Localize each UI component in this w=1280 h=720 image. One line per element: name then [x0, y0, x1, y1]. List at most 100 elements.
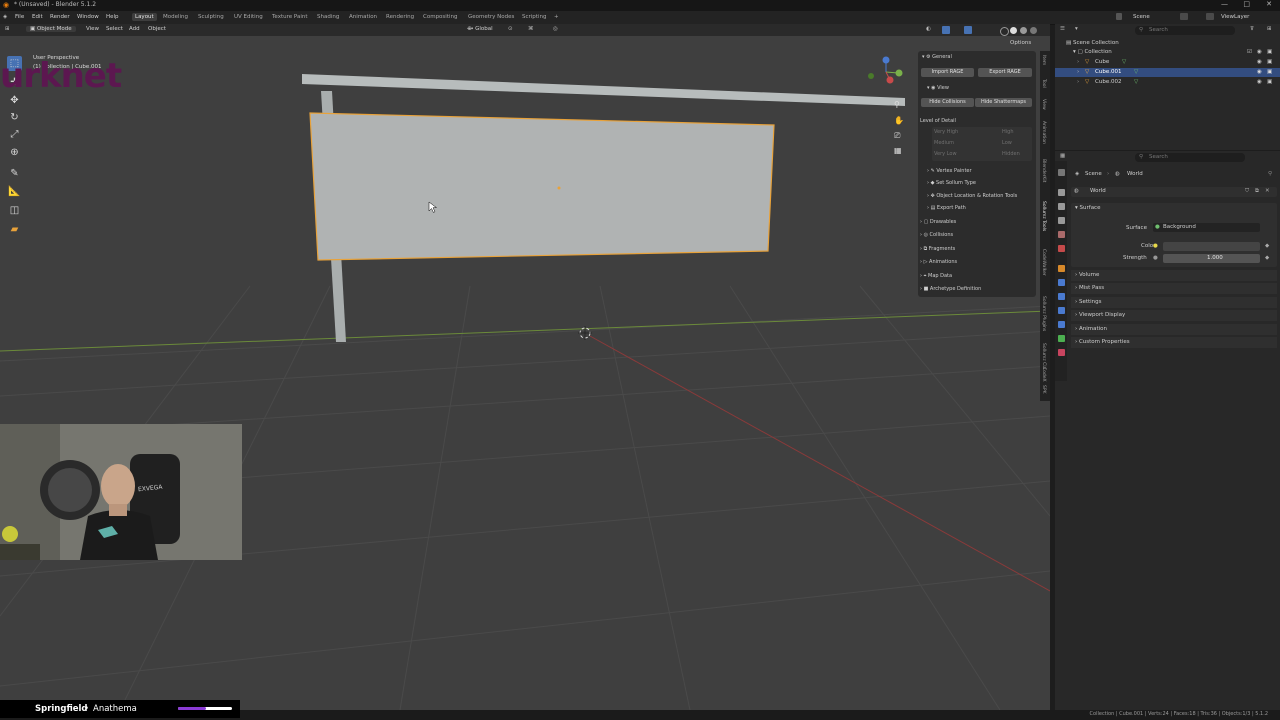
outliner-item-cube-002[interactable]: › ▽ Cube.002 ▽ ◉ ▣	[1055, 78, 1280, 87]
physics-tab-icon[interactable]	[1058, 307, 1065, 314]
transform-tool-icon[interactable]: ⊕	[7, 145, 22, 160]
fake-user-icon[interactable]: ⛉	[1245, 188, 1249, 195]
view-layer-tab-icon[interactable]	[1058, 217, 1065, 224]
mode-dropdown[interactable]: ▣ Object Mode	[26, 26, 76, 32]
unlink-icon[interactable]: ✕	[1265, 188, 1270, 194]
rotate-tool-icon[interactable]: ↻	[7, 110, 22, 125]
export-path-row[interactable]: › ▤ Export Path	[927, 205, 966, 211]
orientation-dropdown[interactable]: ⟴ Global	[467, 26, 493, 32]
pin-icon[interactable]: ⚲	[1268, 171, 1272, 177]
custom-tool-icon[interactable]: ▰	[7, 222, 22, 237]
tab-shading[interactable]: Shading	[314, 13, 342, 21]
tab-animation-side[interactable]: Animation	[1041, 121, 1046, 144]
custom-properties-panel[interactable]: › Custom Properties	[1071, 337, 1277, 348]
scene-selector[interactable]: Scene	[1133, 14, 1150, 20]
collisions-section[interactable]: › ◎ Collisions	[920, 232, 953, 238]
view-subheader[interactable]: ▾ ◉ View	[927, 85, 949, 91]
outliner-type-icon[interactable]: ☰	[1060, 26, 1065, 32]
viewport-display-panel[interactable]: › Viewport Display	[1071, 310, 1277, 321]
render-camera-icon[interactable]: ▣	[1267, 79, 1272, 85]
mist-pass-panel[interactable]: › Mist Pass	[1071, 283, 1277, 294]
tab-item[interactable]: Item	[1041, 55, 1046, 65]
strength-field[interactable]: 1.000	[1163, 254, 1260, 263]
visibility-eye-icon[interactable]: ◉	[1257, 69, 1262, 75]
new-scene-icon[interactable]	[1180, 13, 1188, 20]
lod-very-high[interactable]: Very High	[934, 129, 958, 135]
tab-compositing[interactable]: Compositing	[420, 13, 460, 21]
surface-header[interactable]: ▾ Surface	[1075, 205, 1100, 211]
add-cube-tool-icon[interactable]: ◫	[7, 203, 22, 218]
tab-uv-editing[interactable]: UV Editing	[231, 13, 266, 21]
modifiers-tab-icon[interactable]	[1058, 279, 1065, 286]
tab-spk[interactable]: SPK	[1041, 385, 1046, 394]
tab-scripting[interactable]: Scripting	[519, 13, 549, 21]
outliner-item-cube-001[interactable]: › ▽ Cube.001 ▽ ◉ ▣	[1055, 68, 1280, 77]
snap-icon[interactable]: ⌘	[528, 26, 534, 32]
blender-menu-icon[interactable]: ◈	[3, 14, 7, 20]
tab-sollumz-tools[interactable]: Sollumz Tools	[1041, 201, 1046, 231]
animation-panel[interactable]: › Animation	[1071, 324, 1277, 335]
output-tab-icon[interactable]	[1058, 203, 1065, 210]
particles-tab-icon[interactable]	[1058, 293, 1065, 300]
pan-hand-icon[interactable]: ✋	[894, 116, 904, 125]
world-datablock[interactable]: ◍ World ⛉ ⧉ ✕	[1071, 187, 1277, 197]
material-shading-icon[interactable]	[1020, 27, 1027, 34]
visibility-eye-icon[interactable]: ◉	[1257, 59, 1262, 65]
data-tab-icon[interactable]	[1058, 335, 1065, 342]
menu-render[interactable]: Render	[50, 14, 70, 20]
set-sollum-type-row[interactable]: › ◆ Set Sollum Type	[927, 180, 976, 186]
tool-tab-icon[interactable]	[1058, 169, 1065, 176]
tab-codex[interactable]: CodeX	[1041, 367, 1046, 382]
fragments-section[interactable]: › ⧉ Fragments	[920, 246, 955, 252]
strength-keyframe-icon[interactable]: ◆	[1265, 255, 1269, 261]
color-keyframe-icon[interactable]: ◆	[1265, 243, 1269, 249]
selected-panel-cube-001[interactable]	[309, 112, 775, 261]
world-color-swatch[interactable]	[1163, 242, 1260, 251]
lod-hidden[interactable]: Hidden	[1002, 151, 1020, 157]
properties-type-icon[interactable]: ▦	[1060, 153, 1065, 159]
tab-modeling[interactable]: Modeling	[160, 13, 191, 21]
material-tab-icon[interactable]	[1058, 349, 1065, 356]
new-collection-icon[interactable]: ⊞	[1267, 26, 1272, 32]
menu-help[interactable]: Help	[106, 14, 119, 20]
tab-sculpting[interactable]: Sculpting	[195, 13, 227, 21]
outliner-item-cube[interactable]: › ▽ Cube ▽ ◉ ▣	[1055, 58, 1280, 67]
render-camera-icon[interactable]: ▣	[1267, 59, 1272, 65]
lod-high[interactable]: High	[1002, 129, 1014, 135]
proportional-edit-icon[interactable]: ◎	[553, 26, 558, 32]
3d-viewport[interactable]: User Perspective (1) Collection | Cube.0…	[0, 36, 1050, 710]
collection-checkbox-icon[interactable]: ☑	[1247, 49, 1252, 55]
menu-window[interactable]: Window	[77, 14, 99, 20]
filter-icon[interactable]: ⊽	[1250, 26, 1254, 32]
map-data-section[interactable]: › ⌖ Map Data	[920, 273, 952, 279]
settings-panel[interactable]: › Settings	[1071, 297, 1277, 308]
editor-type-icon[interactable]: ⊞	[5, 26, 10, 32]
visibility-icon[interactable]: ◐	[926, 26, 931, 32]
annotate-tool-icon[interactable]: ✎	[7, 166, 22, 181]
duplicate-icon[interactable]: ⧉	[1255, 188, 1259, 195]
outliner-search[interactable]: ⚲ Search	[1135, 26, 1235, 35]
camera-view-icon[interactable]: ⎚	[894, 131, 900, 141]
wireframe-shading-icon[interactable]	[1000, 27, 1009, 36]
collection-row[interactable]: ▾ ▢ Collection	[1073, 49, 1112, 55]
hide-shattermaps-button[interactable]: Hide Shattermaps	[975, 98, 1032, 107]
collection-visibility-icon[interactable]: ◉	[1257, 49, 1262, 55]
menu-edit[interactable]: Edit	[32, 14, 43, 20]
tab-blenderkit[interactable]: BlenderKit	[1041, 159, 1046, 182]
render-camera-icon[interactable]: ▣	[1267, 69, 1272, 75]
viewlayer-selector[interactable]: ViewLayer	[1221, 14, 1249, 20]
object-tab-icon[interactable]	[1058, 265, 1065, 272]
scene-tab-icon[interactable]	[1058, 231, 1065, 238]
menu-file[interactable]: File	[15, 14, 24, 20]
tab-sollumz-plugins[interactable]: Sollumz Plugins	[1041, 296, 1046, 331]
pivot-icon[interactable]: ⊙	[508, 26, 513, 32]
properties-search[interactable]: ⚲ Search	[1135, 153, 1245, 162]
overlay-toggle-icon[interactable]	[964, 26, 972, 34]
volume-panel[interactable]: › Volume	[1071, 270, 1277, 281]
lod-medium[interactable]: Medium	[934, 140, 954, 146]
viewlayer-icon[interactable]	[1206, 13, 1214, 20]
minimize-icon[interactable]: —	[1221, 0, 1228, 8]
menu-view[interactable]: View	[86, 26, 99, 32]
close-icon[interactable]: ✕	[1266, 0, 1272, 8]
maximize-icon[interactable]: □	[1243, 0, 1250, 8]
